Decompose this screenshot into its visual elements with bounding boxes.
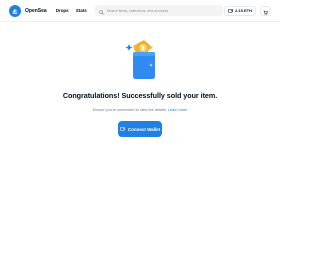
coin-icon [137,42,149,54]
wallet-balance: 2.15 ETH [235,8,252,13]
opensea-logo-icon [9,4,21,17]
connect-wallet-button[interactable]: Connect Wallet [118,121,162,137]
search-input[interactable] [106,8,219,13]
search-icon [98,2,104,20]
wallet-balance-button[interactable]: 2.15 ETH [224,5,256,16]
wallet-icon [120,126,125,132]
wallet-illustration [122,36,162,82]
connect-hint: Ensure you're connected to view the deta… [93,108,188,112]
top-navigation-bar: OpenSea Drops Stats 2.15 ETH [0,0,280,22]
connect-wallet-label: Connect Wallet [127,126,161,132]
brand-name: OpenSea [25,7,47,14]
header-actions: 2.15 ETH [224,5,270,16]
sparkle-icon [125,44,133,51]
connect-hint-text: Ensure you're connected to view the deta… [92,108,167,112]
brand[interactable]: OpenSea [9,4,47,17]
nav-link-stats[interactable]: Stats [76,8,87,13]
main-nav: Drops Stats [56,8,87,13]
search-bar[interactable] [94,5,223,16]
cart-button[interactable] [260,5,270,16]
learn-more-link[interactable]: Learn more [168,108,187,112]
success-headline: Congratulations! Successfully sold your … [62,91,218,100]
wallet-icon [228,8,233,14]
sale-confirmation: Congratulations! Successfully sold your … [0,36,280,137]
nav-link-drops[interactable]: Drops [56,8,69,13]
cart-icon [263,2,268,20]
